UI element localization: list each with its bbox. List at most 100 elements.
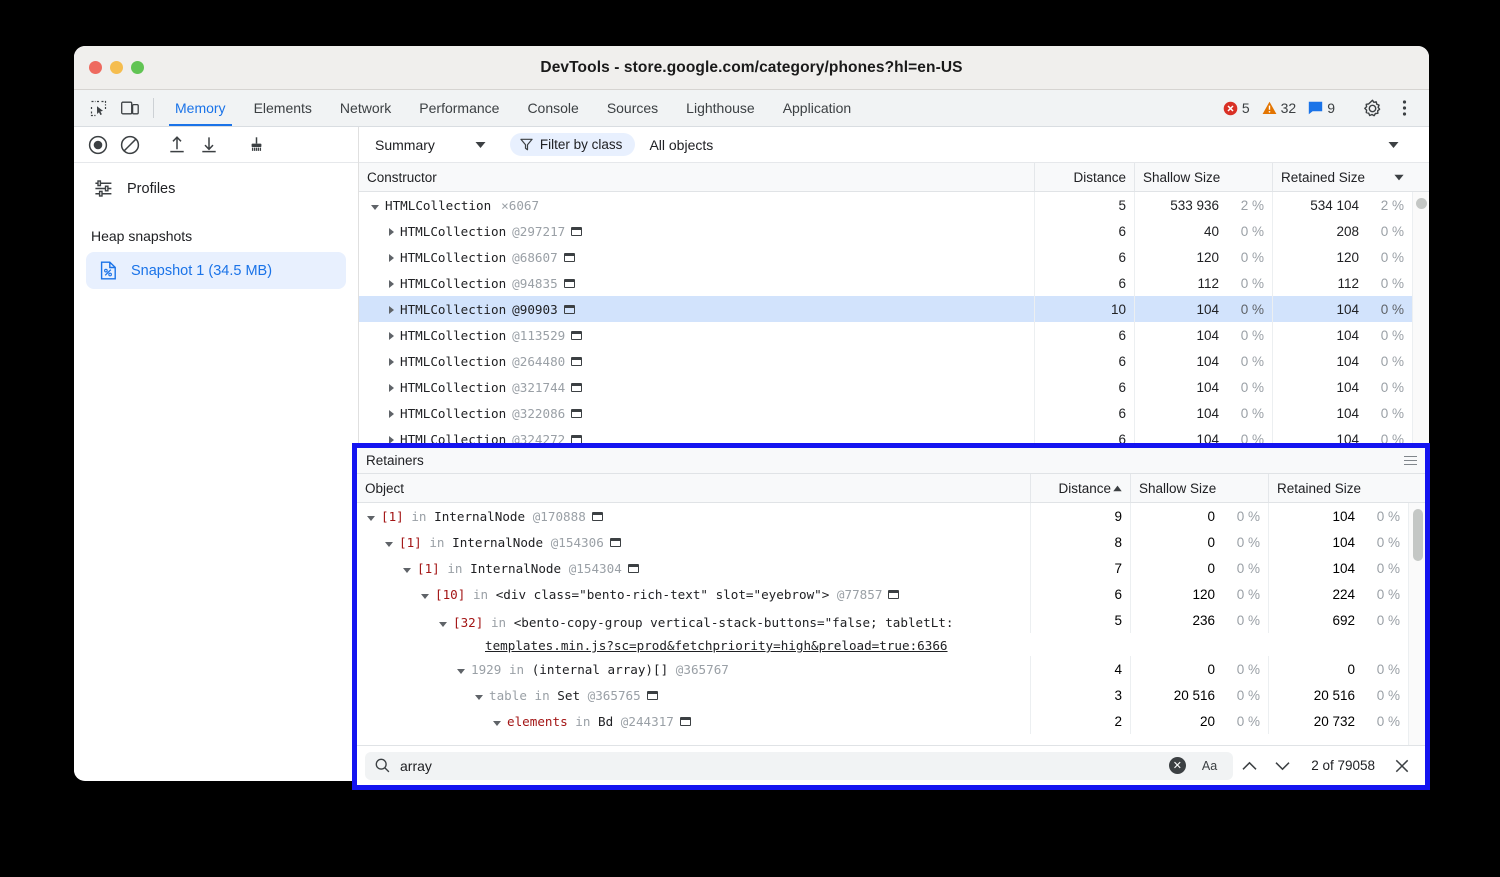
more-vertical-icon[interactable] <box>1388 99 1420 117</box>
sliders-icon <box>94 179 113 198</box>
tab-elements[interactable]: Elements <box>240 90 326 126</box>
retained-value: 104 <box>1332 561 1355 576</box>
sidebar-item-profiles[interactable]: Profiles <box>74 171 358 206</box>
retainer-retained-size: 1040 % <box>1268 555 1408 581</box>
retainer-object-cell: 1929 in (internal array)[] @365767 <box>357 662 1030 677</box>
search-field[interactable]: ✕ Aa <box>365 752 1233 780</box>
row-distance: 6 <box>1034 400 1134 426</box>
expand-triangle-icon[interactable] <box>389 280 394 288</box>
row-address: @322086 <box>512 406 565 421</box>
table-row[interactable]: HTMLCollection @68607 6 1200 % 1200 % <box>359 244 1412 270</box>
retainer-in: in <box>429 535 444 550</box>
clear-icon[interactable] <box>114 135 146 155</box>
table-row[interactable]: HTMLCollection @297217 6 400 % 2080 % <box>359 218 1412 244</box>
objects-select[interactable]: All objects <box>649 137 1429 153</box>
table-row[interactable]: HTMLCollection @94835 6 1120 % 1120 % <box>359 270 1412 296</box>
collapse-triangle-icon[interactable] <box>385 542 393 547</box>
tab-performance[interactable]: Performance <box>405 90 513 126</box>
column-header-object[interactable]: Object <box>357 474 1030 502</box>
column-header-retained-size[interactable]: Retained Size <box>1272 163 1412 191</box>
tab-memory[interactable]: Memory <box>161 90 240 126</box>
collapse-triangle-icon[interactable] <box>403 568 411 573</box>
table-row[interactable]: HTMLCollection @321744 6 1040 % 1040 % <box>359 374 1412 400</box>
tab-console[interactable]: Console <box>513 90 592 126</box>
expand-triangle-icon[interactable] <box>389 228 394 236</box>
chevron-up-icon[interactable] <box>1233 761 1266 771</box>
broom-icon[interactable] <box>240 135 272 154</box>
scrollbar-thumb[interactable] <box>1413 509 1423 561</box>
tab-application[interactable]: Application <box>769 90 866 126</box>
tab-lighthouse[interactable]: Lighthouse <box>672 90 769 126</box>
table-row[interactable]: table in Set @365765 3 20 5160 % 20 5160… <box>357 682 1408 708</box>
shallow-percent: 0 % <box>1222 561 1260 576</box>
table-row[interactable]: HTMLCollection @264480 6 1040 % 1040 % <box>359 348 1412 374</box>
table-row[interactable]: HTMLCollection @322086 6 1040 % 1040 % <box>359 400 1412 426</box>
column-header-retained-size[interactable]: Retained Size <box>1268 474 1408 502</box>
row-name: HTMLCollection <box>400 354 506 369</box>
table-row[interactable]: [32] in <bento-copy-group vertical-stack… <box>357 607 1408 656</box>
expand-triangle-icon[interactable] <box>389 358 394 366</box>
warning-count: 32 <box>1281 100 1297 116</box>
table-row[interactable]: elements in Bd @244317 2 200 % 20 7320 % <box>357 708 1408 734</box>
tab-network[interactable]: Network <box>326 90 405 126</box>
column-header-shallow-size[interactable]: Shallow Size <box>1130 474 1268 502</box>
gear-icon[interactable] <box>1356 99 1388 118</box>
table-row[interactable]: [10] in <div class="bento-rich-text" slo… <box>357 581 1408 607</box>
collapse-triangle-icon[interactable] <box>493 721 501 726</box>
table-row[interactable]: HTMLCollection @113529 6 1040 % 1040 % <box>359 322 1412 348</box>
record-icon[interactable] <box>82 135 114 155</box>
collapse-triangle-icon[interactable] <box>421 594 429 599</box>
table-row[interactable]: HTMLCollection ×6067 5 533 9362 % 534 10… <box>359 192 1412 218</box>
tab-sources[interactable]: Sources <box>593 90 672 126</box>
collapse-triangle-icon[interactable] <box>457 669 465 674</box>
table-row[interactable]: [1] in InternalNode @154306 8 00 % 1040 … <box>357 529 1408 555</box>
expand-triangle-icon[interactable] <box>389 306 394 314</box>
retained-percent: 0 % <box>1366 276 1404 291</box>
table-row[interactable]: 1929 in (internal array)[] @365767 4 00 … <box>357 656 1408 682</box>
search-input[interactable] <box>400 758 1159 774</box>
column-header-distance[interactable]: Distance <box>1034 163 1134 191</box>
retainer-source-link[interactable]: templates.min.js?sc=prod&fetchpriority=h… <box>485 638 948 653</box>
expand-triangle-icon[interactable] <box>389 254 394 262</box>
retained-value: 534 104 <box>1310 198 1359 213</box>
close-icon[interactable] <box>1387 759 1417 773</box>
collapse-triangle-icon[interactable] <box>439 622 447 627</box>
retainer-object-cell: elements in Bd @244317 <box>357 714 1030 729</box>
shallow-percent: 0 % <box>1222 587 1260 602</box>
hamburger-icon[interactable] <box>1404 456 1417 466</box>
retained-percent: 0 % <box>1366 250 1404 265</box>
expand-triangle-icon[interactable] <box>389 410 394 418</box>
chevron-down-icon[interactable] <box>1266 761 1299 771</box>
expand-triangle-icon[interactable] <box>389 384 394 392</box>
row-retained-size: 534 1042 % <box>1272 192 1412 218</box>
retainer-object-cell: [1] in InternalNode @170888 <box>357 509 1030 524</box>
collapse-triangle-icon[interactable] <box>475 695 483 700</box>
collapse-triangle-icon[interactable] <box>371 205 379 210</box>
filter-by-class-button[interactable]: Filter by class <box>510 133 636 156</box>
download-icon[interactable] <box>193 135 225 154</box>
table-row[interactable]: [1] in InternalNode @154304 7 00 % 1040 … <box>357 555 1408 581</box>
shallow-value: 0 <box>1207 662 1215 677</box>
column-header-distance[interactable]: Distance <box>1030 474 1130 502</box>
view-select[interactable]: Summary <box>369 137 492 153</box>
match-case-button[interactable]: Aa <box>1196 759 1223 773</box>
column-header-constructor[interactable]: Constructor <box>359 163 1034 191</box>
table-row[interactable]: HTMLCollection @90903 10 1040 % 1040 % <box>359 296 1412 322</box>
retainer-address: @154304 <box>569 561 622 576</box>
table-row[interactable]: [1] in InternalNode @170888 9 00 % 1040 … <box>357 503 1408 529</box>
message-counter[interactable]: 9 <box>1302 100 1341 116</box>
column-header-shallow-size[interactable]: Shallow Size <box>1134 163 1272 191</box>
scrollbar-thumb[interactable] <box>1416 198 1427 209</box>
retainer-retained-size: 2240 % <box>1268 581 1408 607</box>
collapse-triangle-icon[interactable] <box>367 516 375 521</box>
memory-sidebar: Profiles Heap snapshots Snapshot 1 (34. <box>74 127 359 780</box>
warning-counter[interactable]: 32 <box>1256 100 1303 116</box>
retainers-scrollbar[interactable] <box>1408 503 1425 745</box>
clear-circle-icon[interactable]: ✕ <box>1169 757 1186 774</box>
expand-triangle-icon[interactable] <box>389 332 394 340</box>
sidebar-item-snapshot-1[interactable]: Snapshot 1 (34.5 MB) <box>86 252 346 289</box>
device-toolbar-icon[interactable] <box>114 90 146 126</box>
error-counter[interactable]: 5 <box>1217 100 1256 116</box>
upload-icon[interactable] <box>161 135 193 154</box>
inspect-element-icon[interactable] <box>82 90 114 126</box>
